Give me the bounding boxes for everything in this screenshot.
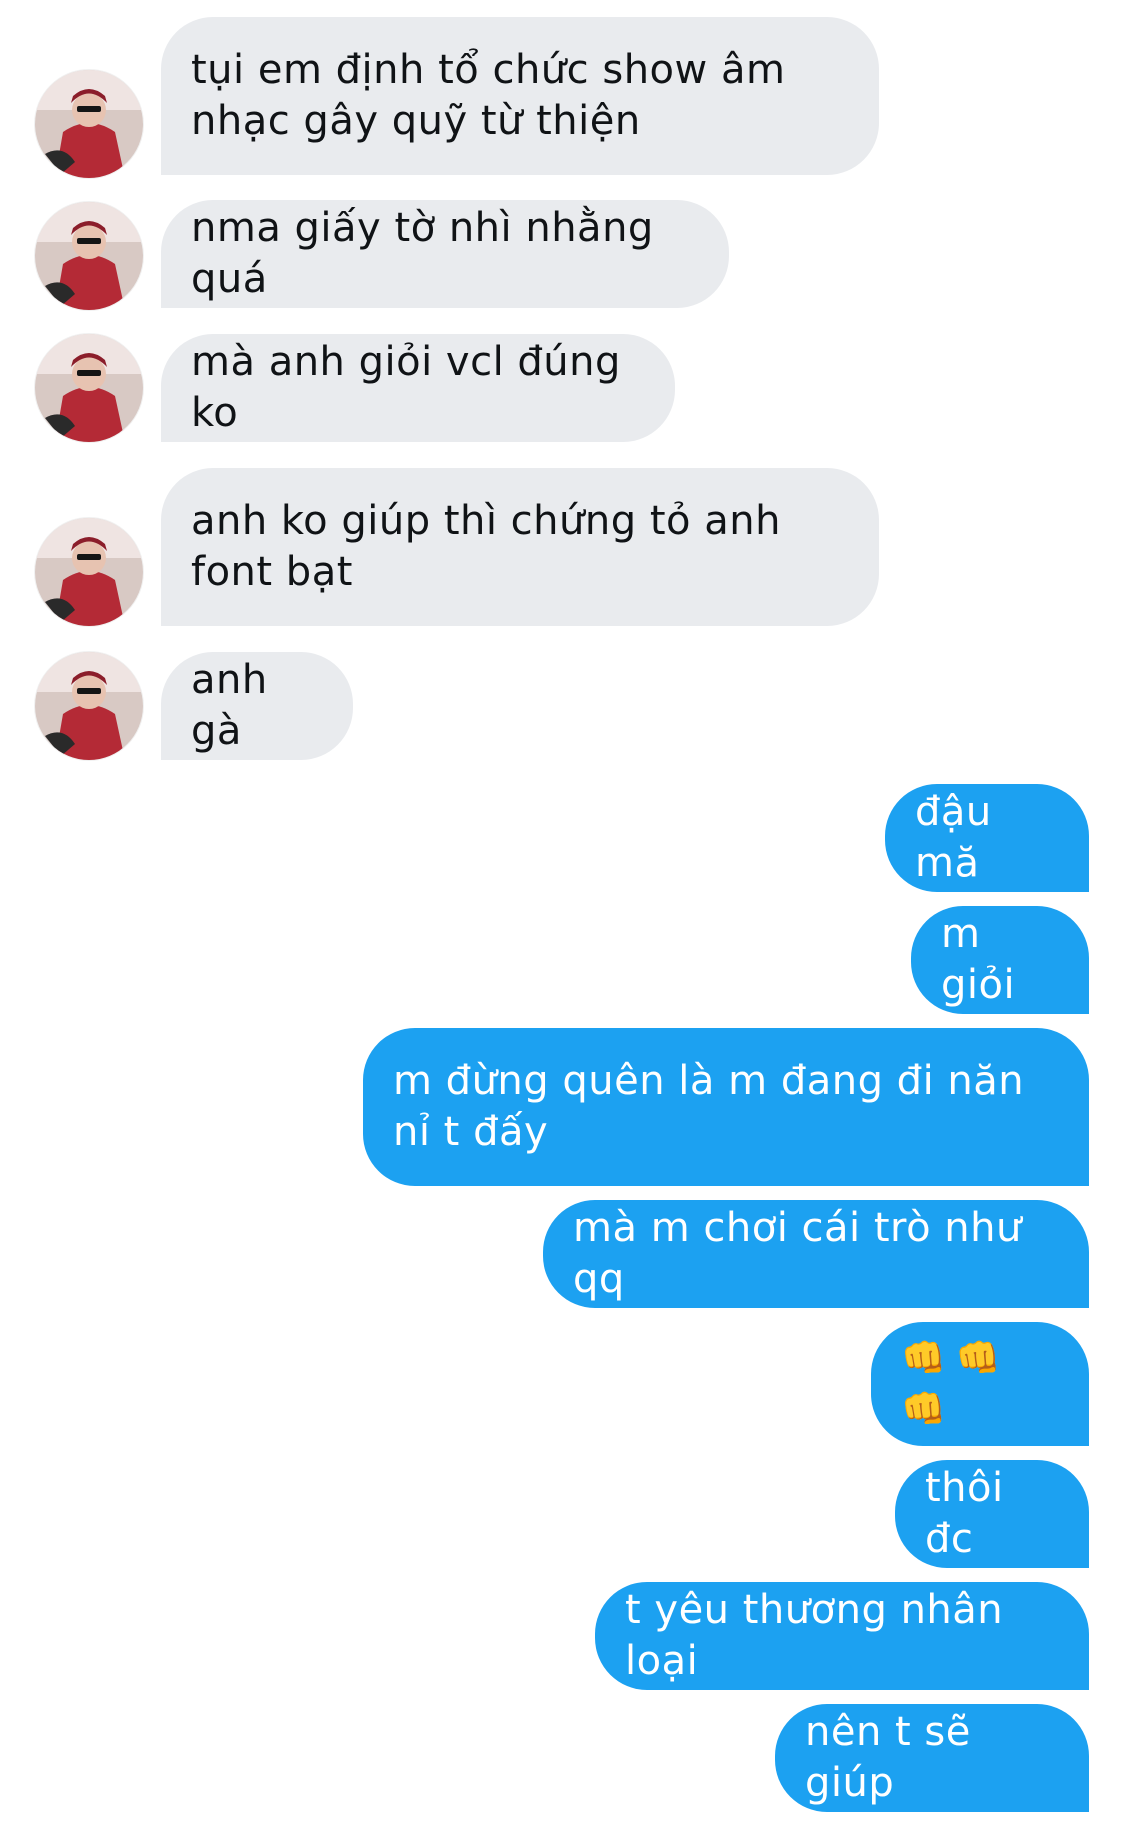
message-text: nên t sẽ giúp — [805, 1709, 971, 1806]
outgoing-message-bubble[interactable]: mà m chơi cái trò như qq — [543, 1200, 1089, 1308]
contact-avatar[interactable] — [35, 518, 143, 626]
message-text: tụi em định tổ chức show âm nhạc gây quỹ… — [191, 47, 786, 144]
message-text: mà m chơi cái trò như qq — [573, 1205, 1022, 1302]
message-text: anh gà — [191, 657, 268, 754]
message-text: anh ko giúp thì chứng tỏ anh font bạt — [191, 498, 781, 595]
incoming-message-bubble[interactable]: mà anh giỏi vcl đúng ko — [161, 334, 675, 442]
avatar-photo-icon — [35, 518, 143, 626]
avatar-photo-icon — [35, 202, 143, 310]
outgoing-message-bubble[interactable]: thôi đc — [895, 1460, 1089, 1568]
message-text: mà anh giỏi vcl đúng ko — [191, 339, 621, 436]
message-text: t yêu thương nhân loại — [625, 1587, 1004, 1684]
outgoing-message-bubble[interactable]: m đừng quên là m đang đi năn nỉ t đấy — [363, 1028, 1089, 1186]
incoming-message-bubble[interactable]: tụi em định tổ chức show âm nhạc gây quỹ… — [161, 17, 879, 175]
outgoing-message-bubble[interactable]: đậu mă — [885, 784, 1089, 892]
outgoing-message-bubble[interactable]: m giỏi — [911, 906, 1089, 1014]
message-text: nma giấy tờ nhì nhằng quá — [191, 205, 654, 302]
avatar-photo-icon — [35, 70, 143, 178]
incoming-message-bubble[interactable]: anh gà — [161, 652, 353, 760]
contact-avatar[interactable] — [35, 652, 143, 760]
message-text: m đừng quên là m đang đi năn nỉ t đấy — [393, 1058, 1025, 1155]
outgoing-message-bubble[interactable]: 👊👊👊 — [871, 1322, 1089, 1446]
contact-avatar[interactable] — [35, 334, 143, 442]
outgoing-message-bubble[interactable]: nên t sẽ giúp — [775, 1704, 1089, 1812]
avatar-photo-icon — [35, 652, 143, 760]
contact-avatar[interactable] — [35, 70, 143, 178]
message-text: đậu mă — [915, 789, 992, 886]
contact-avatar[interactable] — [35, 202, 143, 310]
message-text: thôi đc — [925, 1465, 1004, 1562]
fist-emoji-icon: 👊👊👊 — [901, 1338, 1011, 1430]
incoming-message-bubble[interactable]: nma giấy tờ nhì nhằng quá — [161, 200, 729, 308]
message-text: m giỏi — [941, 911, 1016, 1008]
outgoing-message-bubble[interactable]: t yêu thương nhân loại — [595, 1582, 1089, 1690]
incoming-message-bubble[interactable]: anh ko giúp thì chứng tỏ anh font bạt — [161, 468, 879, 626]
avatar-photo-icon — [35, 334, 143, 442]
